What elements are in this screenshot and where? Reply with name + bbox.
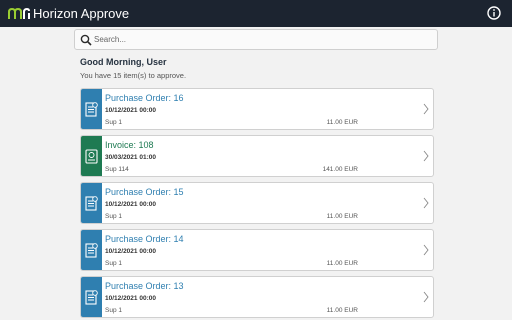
purchase-order-type-band — [81, 183, 102, 223]
item-supplier: Sup 114 — [105, 166, 129, 173]
item-amount: 11.00 EUR — [326, 119, 358, 126]
item-supplier: Sup 1 — [105, 260, 122, 267]
item-title: Invoice: 108 — [105, 140, 154, 150]
chevron-right-icon — [423, 103, 429, 115]
item-date: 10/12/2021 00:00 — [105, 295, 156, 302]
item-title: Purchase Order: 16 — [105, 93, 184, 103]
approval-item-card[interactable]: Purchase Order: 16 10/12/2021 00:00 Sup … — [80, 88, 434, 130]
invoice-type-band — [81, 136, 102, 176]
search-bar[interactable] — [74, 29, 438, 50]
item-title: Purchase Order: 14 — [105, 234, 184, 244]
approval-item-card[interactable]: Invoice: 108 30/03/2021 01:00 Sup 114 14… — [80, 135, 434, 177]
approval-item-card[interactable]: Purchase Order: 13 10/12/2021 00:00 Sup … — [80, 276, 434, 318]
item-amount: 141.00 EUR — [322, 166, 358, 173]
top-bar: Horizon Approve — [0, 0, 512, 27]
item-amount: 11.00 EUR — [326, 213, 358, 220]
item-amount: 11.00 EUR — [326, 307, 358, 314]
item-title: Purchase Order: 15 — [105, 187, 184, 197]
purchase-order-type-band — [81, 230, 102, 270]
item-date: 10/12/2021 00:00 — [105, 201, 156, 208]
approval-item-card[interactable]: Purchase Order: 15 10/12/2021 00:00 Sup … — [80, 182, 434, 224]
search-icon — [80, 34, 92, 46]
item-date: 30/03/2021 01:00 — [105, 154, 156, 161]
chevron-right-icon — [423, 244, 429, 256]
horizon-logo-icon — [8, 8, 30, 19]
item-supplier: Sup 1 — [105, 119, 122, 126]
info-icon[interactable] — [487, 6, 501, 20]
chevron-right-icon — [423, 291, 429, 303]
item-date: 10/12/2021 00:00 — [105, 248, 156, 255]
approval-item-card[interactable]: Purchase Order: 14 10/12/2021 00:00 Sup … — [80, 229, 434, 271]
chevron-right-icon — [423, 197, 429, 209]
chevron-right-icon — [423, 150, 429, 162]
item-supplier: Sup 1 — [105, 213, 122, 220]
items-count-text: You have 15 item(s) to approve. — [80, 71, 187, 80]
item-amount: 11.00 EUR — [326, 260, 358, 267]
purchase-order-type-band — [81, 89, 102, 129]
item-title: Purchase Order: 13 — [105, 281, 184, 291]
greeting-title: Good Morning, User — [80, 57, 167, 67]
item-supplier: Sup 1 — [105, 307, 122, 314]
app-title: Horizon Approve — [33, 6, 130, 21]
purchase-order-type-band — [81, 277, 102, 317]
item-date: 10/12/2021 00:00 — [105, 107, 156, 114]
search-input[interactable] — [94, 31, 424, 48]
